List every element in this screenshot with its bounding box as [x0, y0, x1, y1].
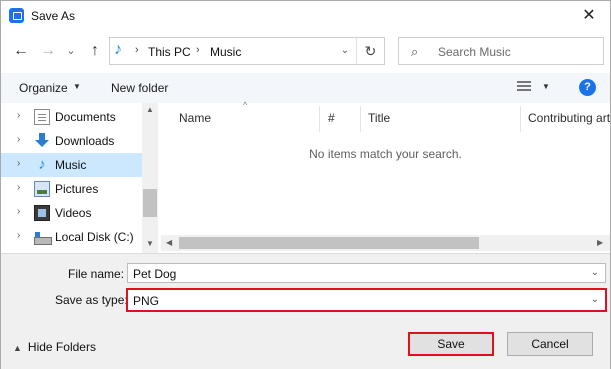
column-divider[interactable]	[360, 106, 361, 132]
window-title: Save As	[31, 9, 76, 23]
sidebar-item-label: Documents	[55, 110, 116, 124]
chevron-down-icon[interactable]: ⌄	[591, 267, 599, 278]
hide-folders-button[interactable]: ▲ Hide Folders	[13, 340, 96, 354]
organize-button[interactable]: Organize	[19, 81, 68, 95]
navigation-scrollbar[interactable]: ▲ ▼	[142, 103, 158, 253]
scrollbar-thumb[interactable]	[143, 189, 157, 217]
help-icon[interactable]: ?	[579, 79, 596, 96]
sidebar-item-label: Pictures	[55, 182, 99, 196]
expand-chevron-icon[interactable]: ›	[17, 158, 20, 169]
sidebar-item-label: Music	[55, 158, 87, 172]
expand-chevron-icon[interactable]: ›	[17, 110, 20, 121]
sidebar-item-label: Downloads	[55, 134, 115, 148]
hide-folders-label: Hide Folders	[27, 340, 96, 354]
scrollbar-thumb[interactable]	[179, 237, 479, 249]
sidebar-item-local-disk[interactable]: › Local Disk (C:)	[1, 225, 142, 249]
column-header-contributing-artists[interactable]: Contributing art	[528, 111, 610, 125]
music-note-icon: ♪	[114, 41, 122, 58]
file-name-field[interactable]: Pet Dog ⌄	[127, 263, 606, 283]
breadcrumb-separator: ›	[196, 44, 200, 56]
view-caret-icon[interactable]: ▼	[542, 82, 550, 91]
file-name-value[interactable]: Pet Dog	[133, 267, 176, 281]
back-arrow-icon[interactable]: ←	[11, 41, 31, 61]
chevron-down-icon[interactable]: ⌄	[591, 294, 599, 305]
column-header-title[interactable]: Title	[368, 111, 390, 125]
recent-locations-icon[interactable]: ⌄	[61, 41, 81, 61]
scroll-up-icon[interactable]: ▲	[146, 105, 154, 114]
expand-chevron-icon[interactable]: ›	[17, 206, 20, 217]
scroll-right-icon[interactable]: ▶	[597, 238, 603, 247]
chevron-up-icon: ▲	[13, 343, 22, 353]
expand-chevron-icon[interactable]: ›	[17, 230, 20, 241]
save-as-type-value: PNG	[133, 294, 160, 308]
toolbar: Organize ▼ New folder ▼	[1, 73, 610, 103]
scroll-left-icon[interactable]: ◀	[166, 238, 172, 247]
sidebar-item-label: Videos	[55, 206, 92, 220]
view-options-icon[interactable]	[517, 81, 531, 94]
sidebar-item-downloads[interactable]: › Downloads	[1, 129, 142, 153]
cancel-button[interactable]: Cancel	[507, 332, 593, 356]
address-dropdown-icon[interactable]: ⌄	[334, 37, 356, 65]
expand-chevron-icon[interactable]: ›	[17, 182, 20, 193]
forward-arrow-icon[interactable]: →	[38, 41, 58, 61]
breadcrumb-separator: ›	[135, 44, 139, 56]
documents-icon	[34, 109, 50, 125]
horizontal-scrollbar[interactable]: ◀ ▶	[161, 235, 610, 251]
breadcrumb-this-pc[interactable]: This PC	[148, 45, 191, 59]
organize-caret-icon: ▼	[73, 82, 81, 91]
save-as-type-select[interactable]: PNG ⌄	[126, 288, 607, 312]
title-bar: Save As ✕	[1, 1, 610, 31]
refresh-icon[interactable]: ↻	[356, 37, 385, 65]
file-name-label: File name:	[68, 267, 125, 281]
sidebar-item-pictures[interactable]: › Pictures	[1, 177, 142, 201]
search-input[interactable]: Search Music	[438, 45, 511, 59]
search-icon: ⌕	[411, 44, 419, 59]
expand-chevron-icon[interactable]: ›	[17, 134, 20, 145]
sidebar-item-documents[interactable]: › Documents	[1, 105, 142, 129]
scroll-down-icon[interactable]: ▼	[146, 239, 154, 248]
downloads-icon	[34, 133, 50, 149]
videos-icon	[34, 205, 50, 221]
search-box[interactable]: ⌕ Search Music	[398, 37, 604, 65]
sidebar-item-label: Local Disk (C:)	[55, 230, 134, 244]
save-button[interactable]: Save	[408, 332, 494, 356]
new-folder-button[interactable]: New folder	[111, 81, 168, 95]
column-header-number[interactable]: #	[328, 111, 335, 125]
save-as-dialog: Save As ✕ ← → ⌄ ↑ ♪ › This PC › Music ⌄ …	[0, 0, 611, 369]
column-header-name[interactable]: Name	[179, 111, 211, 125]
close-button[interactable]: ✕	[578, 5, 600, 27]
app-icon	[9, 8, 24, 23]
up-arrow-icon[interactable]: ↑	[85, 41, 105, 61]
empty-folder-message: No items match your search.	[309, 147, 462, 161]
sort-ascending-icon: ^	[243, 100, 248, 110]
local-disk-icon	[34, 229, 52, 245]
save-as-type-label: Save as type:	[55, 293, 128, 307]
column-divider[interactable]	[319, 106, 320, 132]
sidebar-item-music[interactable]: › ♪ Music	[1, 153, 142, 177]
sidebar-item-videos[interactable]: › Videos	[1, 201, 142, 225]
breadcrumb-music[interactable]: Music	[210, 45, 241, 59]
navigation-pane: › Documents › Downloads › ♪ Music › Pict…	[1, 103, 158, 253]
music-icon: ♪	[38, 156, 46, 173]
pictures-icon	[34, 181, 50, 197]
file-list: ^ Name # Title Contributing art No items…	[161, 100, 610, 253]
column-divider[interactable]	[520, 106, 521, 132]
